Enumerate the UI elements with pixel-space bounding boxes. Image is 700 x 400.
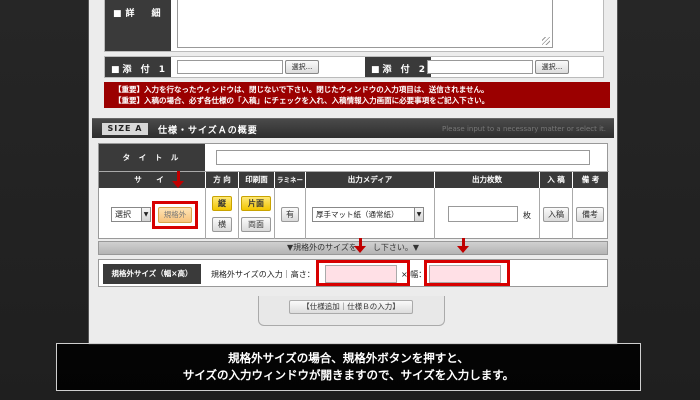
chevron-down-icon: ▼	[141, 208, 150, 221]
caption-line-1: 規格外サイズの場合、規格外ボタンを押すと、	[228, 351, 469, 365]
detail-label: ■詳 細	[105, 0, 171, 51]
instruction-caption: 規格外サイズの場合、規格外ボタンを押すと、 サイズの入力ウィンドウが開きますので…	[56, 343, 641, 391]
laminate-button[interactable]: 有	[281, 207, 299, 222]
attachment-row: ■添 付 1 選択... ■添 付 2 選択...	[104, 56, 604, 78]
size-a-hint: Please input to a necessary matter or se…	[442, 125, 606, 133]
caption-line-2: サイズの入力ウィンドウが開きますので、サイズを入力します。	[182, 368, 515, 382]
print-side-header: 印刷面	[239, 172, 274, 188]
resize-grip-icon[interactable]	[542, 37, 550, 45]
custom-height-highlight	[316, 260, 410, 286]
attachment-1-input[interactable]	[177, 60, 283, 74]
important-notice: 【重要】入力を行なったウィンドウは、閉じないで下さい。閉じたウィンドウの入力項目…	[104, 82, 610, 108]
media-select-value: 厚手マット紙（通常紙）	[316, 210, 399, 219]
detail-row: ■詳 細	[104, 0, 604, 52]
size-select-value: 選択	[115, 210, 131, 219]
quantity-input[interactable]	[448, 206, 518, 222]
chevron-down-icon: ▼	[414, 208, 423, 221]
custom-size-button-highlight	[152, 201, 198, 229]
attachment-1-label: ■添 付 1	[105, 57, 171, 77]
add-spec-b-button[interactable]: 【仕様追加｜仕様Ｂの入力】	[289, 300, 413, 314]
attachment-1-select-button[interactable]: 選択...	[285, 60, 319, 74]
spec-table: タ イ ト ル サ イ 方 向 印刷面 ラミネート 出力メディア 出力枚数 入 …	[98, 143, 609, 239]
custom-size-label: 規格外サイズ（幅×高）	[103, 264, 201, 284]
notice-line-1: 【重要】入力を行なったウィンドウは、閉じないで下さい。閉じたウィンドウの入力項目…	[114, 85, 489, 94]
title-input[interactable]	[216, 150, 590, 165]
print-single-side-button[interactable]: 片面	[241, 196, 271, 211]
add-spec-tab: 【仕様追加｜仕様Ｂの入力】	[258, 296, 445, 326]
title-label: タ イ ト ル	[99, 144, 205, 171]
attachment-2-label: ■添 付 2	[365, 57, 431, 77]
custom-size-toggle-bar[interactable]: ▼規格外のサイズを し下さい。▼	[98, 241, 608, 255]
arrow-down-icon	[172, 181, 184, 188]
media-select[interactable]: 厚手マット紙（通常紙） ▼	[312, 207, 424, 222]
notes-button[interactable]: 備考	[576, 207, 604, 222]
detail-textarea[interactable]	[177, 0, 553, 48]
size-select[interactable]: 選択 ▼	[111, 207, 151, 222]
arrow-down-icon	[354, 246, 366, 253]
size-header-cell: サ イ	[99, 172, 205, 188]
custom-width-highlight	[424, 260, 510, 286]
media-header: 出力メディア	[306, 172, 434, 188]
notice-line-2: 【重要】入稿の場合、必ず各仕様の「入稿」にチェックを入れ、入稿情報入力画面に必要…	[114, 96, 490, 105]
submit-header: 入 稿	[540, 172, 572, 188]
laminate-header: ラミネート	[275, 172, 305, 200]
attachment-2-select-button[interactable]: 選択...	[535, 60, 569, 74]
quantity-header: 出力枚数	[435, 172, 539, 188]
notes-header: 備 考	[573, 172, 608, 188]
print-double-side-button[interactable]: 両面	[241, 217, 271, 232]
quantity-unit: 枚	[523, 211, 531, 220]
direction-portrait-button[interactable]: 縦	[212, 196, 232, 211]
size-a-header: SIZE A 仕様・サイズＡの概要 Please input to a nece…	[92, 118, 614, 138]
submit-button[interactable]: 入稿	[543, 207, 569, 222]
arrow-down-icon	[457, 246, 469, 253]
direction-header: 方 向	[206, 172, 238, 188]
size-a-badge: SIZE A	[102, 123, 148, 135]
arrow-down-icon	[177, 171, 180, 181]
custom-size-prompt: 規格外サイズの入力｜高さ：	[211, 270, 315, 279]
direction-landscape-button[interactable]: 横	[212, 217, 232, 232]
attachment-2-input[interactable]	[427, 60, 533, 74]
size-a-title: 仕様・サイズＡの概要	[158, 126, 258, 136]
